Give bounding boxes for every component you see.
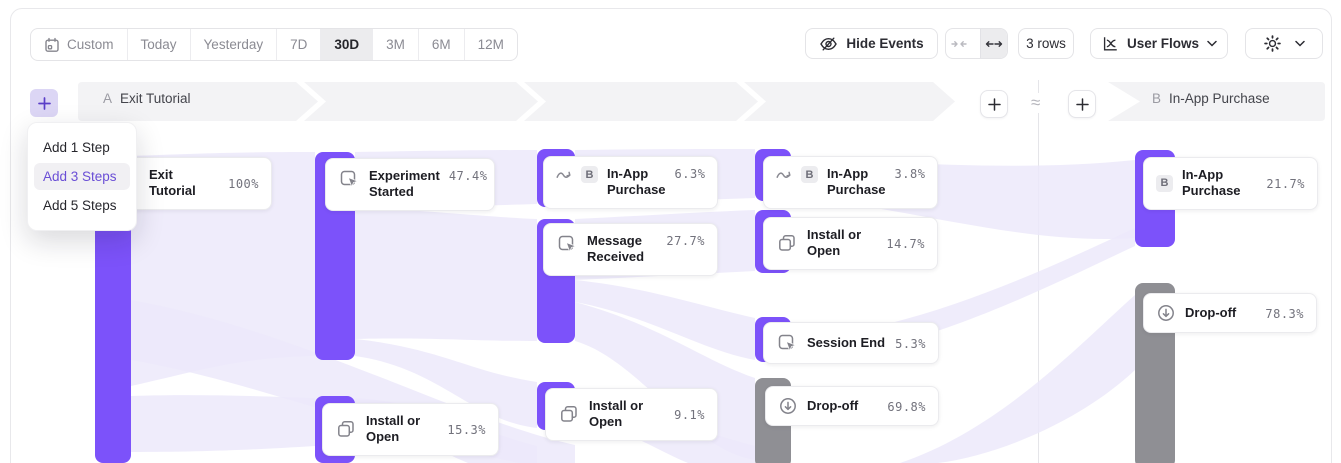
flow-node-label: Experiment Started [369,168,440,201]
step-b-title: In-App Purchase [1169,91,1270,106]
user-flows-icon [1101,35,1119,53]
collapse-icon [951,38,967,50]
date-range-toolbar: Custom Today Yesterday 7D 30D 3M 6M 12M [30,28,518,61]
rows-button[interactable]: 3 rows [1018,28,1074,59]
flow-node-label: Install or Open [366,413,438,446]
menu-item-add-3-steps[interactable]: Add 3 Steps [34,163,130,190]
flow-node-card-in-app-purchase-step3[interactable]: B In-App Purchase 6.3% [543,156,718,209]
flow-node-value: 27.7% [666,233,705,248]
step-a-header[interactable]: A Exit Tutorial [103,91,191,106]
flow-node-label: Install or Open [589,398,665,431]
eye-off-icon [819,35,838,53]
view-selector-button[interactable]: User Flows [1090,28,1228,59]
flow-node-card-install-or-open-step2[interactable]: Install or Open 15.3% [322,403,499,456]
flow-node-card-drop-off-b[interactable]: Drop-off 78.3% [1143,293,1317,333]
flow-node-card-install-or-open-step3[interactable]: Install or Open 9.1% [545,388,718,441]
add-steps-menu: Add 1 StepAdd 3 StepsAdd 5 Steps [27,122,137,231]
flow-node-label: Message Received [587,233,657,266]
flow-node-label: Exit Tutorial [149,167,219,200]
flow-node-value: 14.7% [886,236,925,251]
copy-icon [776,232,798,254]
date-range-label: Custom [67,37,114,52]
expand-icon [985,38,1003,50]
menu-item-add-5-steps[interactable]: Add 5 Steps [34,192,130,219]
flow-node-label: Drop-off [807,398,858,414]
step-b-badge: B [1152,91,1161,106]
add-step-end-button[interactable] [980,90,1008,118]
hop-icon [556,166,572,180]
pointer-icon [338,168,360,190]
column-width-toggle [945,28,1008,59]
hide-events-label: Hide Events [846,36,923,51]
rows-label: 3 rows [1026,36,1066,51]
pointer-icon [776,332,798,354]
flow-node-value: 69.8% [887,399,926,414]
flow-node-label: Session End [807,335,885,351]
chevron-down-icon [1295,40,1305,47]
flow-node-label: In-App Purchase [827,166,886,199]
flow-node-value: 5.3% [895,336,926,351]
b-badge: B [801,166,818,183]
flow-node-card-session-end[interactable]: Session End 5.3% [763,322,939,364]
date-range-label: 6M [432,37,451,52]
add-step-button[interactable] [30,89,58,117]
date-range-label: 3M [386,37,405,52]
expand-columns-button[interactable] [980,29,1007,58]
flow-node-value: 21.7% [1266,176,1305,191]
flow-node-value: 3.8% [895,166,926,181]
date-range-label: Today [141,37,177,52]
copy-icon [335,418,357,440]
step-a-badge: A [103,91,112,106]
approx-icon: ≈ [1030,93,1041,113]
calendar-icon [44,37,60,53]
gear-icon [1263,34,1282,53]
drop-off-icon [1156,303,1176,323]
b-badge: B [1156,175,1173,192]
date-range-custom[interactable]: Custom [31,29,127,60]
flow-node-card-install-or-open-step4[interactable]: Install or Open 14.7% [763,217,938,270]
flow-node-card-drop-off-step4[interactable]: Drop-off 69.8% [765,386,939,426]
flow-node-value: 100% [228,176,259,191]
date-range-label: 30D [334,37,359,52]
step-b-header[interactable]: B In-App Purchase [1152,91,1270,106]
date-range-30d[interactable]: 30D [320,29,372,60]
flow-node-label: Install or Open [807,227,877,260]
settings-button[interactable] [1245,28,1323,59]
date-range-label: 12M [478,37,504,52]
add-step-b-button[interactable] [1068,90,1096,118]
flow-node-card-experiment-started[interactable]: Experiment Started 47.4% [325,158,495,211]
flow-node-value: 78.3% [1265,306,1304,321]
date-range-12m[interactable]: 12M [464,29,517,60]
flow-node-card-in-app-purchase-step4[interactable]: B In-App Purchase 3.8% [763,156,938,209]
flow-node-label: In-App Purchase [1182,167,1257,200]
flow-node-value: 47.4% [449,168,488,183]
date-range-label: Yesterday [204,37,264,52]
chevron-down-icon [1207,40,1217,47]
pointer-icon [556,233,578,255]
flow-node-value: 9.1% [674,407,705,422]
flow-node-label: Drop-off [1185,305,1236,321]
flow-node-card-message-received[interactable]: Message Received 27.7% [543,223,718,276]
date-range-today[interactable]: Today [127,29,190,60]
collapse-columns-button[interactable] [946,29,972,58]
hide-events-button[interactable]: Hide Events [805,28,938,59]
b-badge: B [581,166,598,183]
date-range-7d[interactable]: 7D [276,29,320,60]
hop-icon [776,166,792,180]
date-range-yesterday[interactable]: Yesterday [190,29,277,60]
date-range-label: 7D [290,37,307,52]
menu-item-add-1-step[interactable]: Add 1 Step [34,134,130,161]
flow-node-value: 15.3% [447,422,486,437]
flow-node-label: In-App Purchase [607,166,666,199]
date-range-3m[interactable]: 3M [372,29,418,60]
flow-node-value: 6.3% [675,166,706,181]
step-a-title: Exit Tutorial [120,91,191,106]
view-selector-label: User Flows [1127,36,1199,51]
user-flows-app: A Exit Tutorial B In-App Purchase ≈ Cust… [0,0,1341,463]
panel-divider [1038,80,1039,463]
copy-icon [558,403,580,425]
date-range-6m[interactable]: 6M [418,29,464,60]
drop-off-icon [778,396,798,416]
flow-node-card-in-app-purchase-b[interactable]: B In-App Purchase 21.7% [1143,157,1318,210]
